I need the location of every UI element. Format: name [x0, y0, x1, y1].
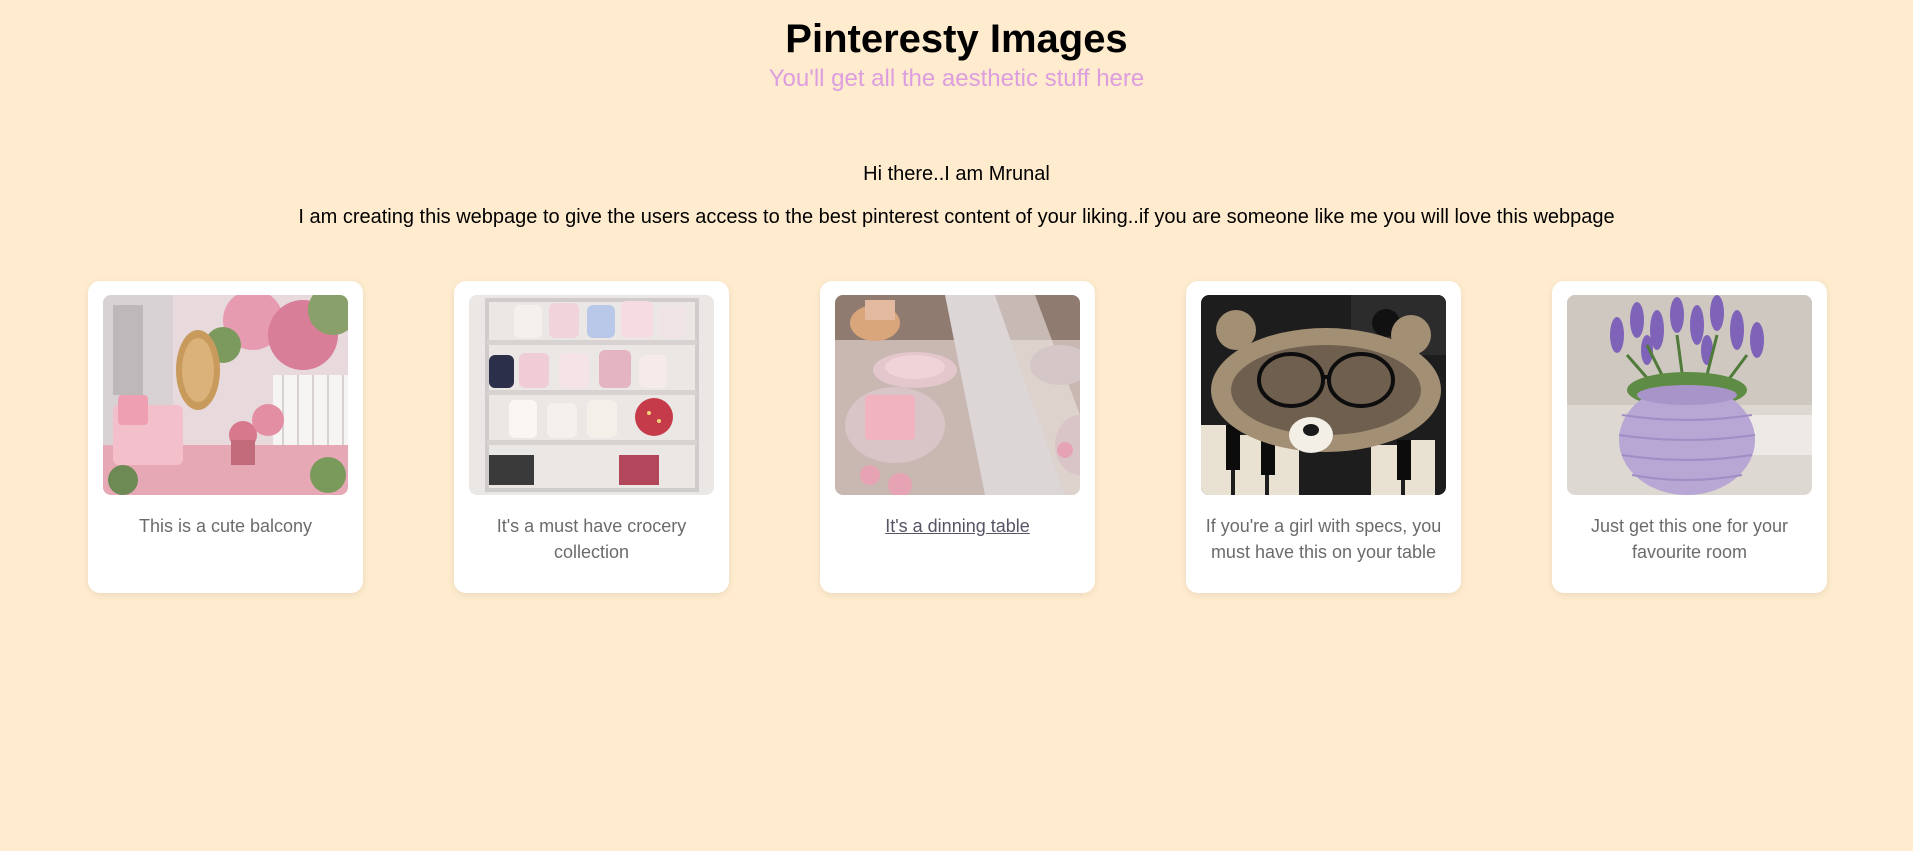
image-gallery: This is a cute balcony It's a must have …	[88, 281, 1827, 593]
card-caption: If you're a girl with specs, you must ha…	[1205, 516, 1442, 562]
description-text: I am creating this webpage to give the u…	[298, 206, 1615, 228]
gallery-card-dining: It's a dinning table	[820, 281, 1095, 593]
intro-section: Hi there..I am Mrunal I am creating this…	[0, 162, 1913, 229]
crochet-bear-glasses-image	[1201, 295, 1446, 495]
page-title: Pinteresty Images	[785, 17, 1128, 61]
card-caption: This is a cute balcony	[138, 516, 313, 536]
pink-balcony-image	[103, 295, 348, 495]
dining-table-image	[835, 295, 1080, 495]
page-subtitle: You'll get all the aesthetic stuff here	[768, 65, 1145, 92]
crochet-lavender-vase-image	[1567, 295, 1812, 495]
mug-shelf-image	[469, 295, 714, 495]
gallery-card-bear: If you're a girl with specs, you must ha…	[1186, 281, 1461, 593]
gallery-card-mugs: It's a must have crocery collection	[454, 281, 729, 593]
card-caption: Just get this one for your favourite roo…	[1590, 516, 1789, 562]
greeting-text: Hi there..I am Mrunal	[863, 163, 1050, 185]
page-header: Pinteresty Images You'll get all the aes…	[0, 0, 1913, 94]
gallery-card-balcony: This is a cute balcony	[88, 281, 363, 593]
gallery-card-lavender: Just get this one for your favourite roo…	[1552, 281, 1827, 593]
dining-table-link[interactable]: It's a dinning table	[835, 513, 1080, 539]
card-caption: It's a must have crocery collection	[496, 516, 687, 562]
